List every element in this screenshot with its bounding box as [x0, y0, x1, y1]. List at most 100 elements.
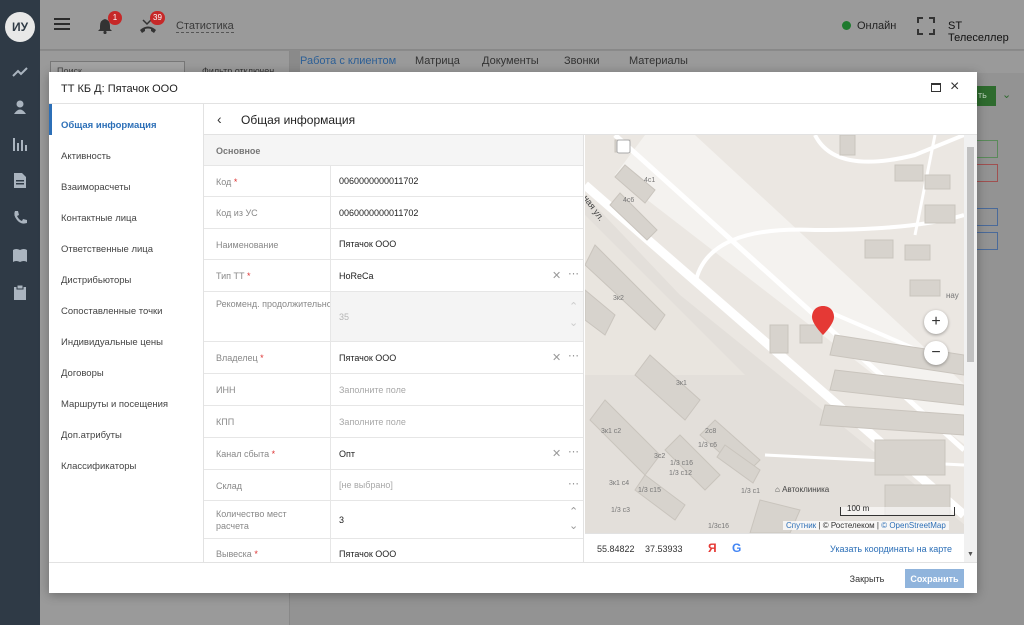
kpp-input[interactable]: Заполните поле — [330, 406, 583, 437]
clipboard-icon[interactable] — [10, 282, 30, 302]
maximize-icon[interactable] — [931, 83, 941, 92]
document-icon[interactable] — [10, 170, 30, 190]
map-attribution: Спутник | © Ростелеком | © OpenStreetMap — [783, 521, 949, 530]
field-owner: Владелец * Пятачок ООО ✕ ⋯ — [204, 342, 583, 374]
zoom-in-button[interactable]: + — [924, 310, 948, 334]
owner-select[interactable]: Пятачок ООО — [330, 342, 583, 373]
building-label: нау — [946, 291, 959, 300]
statistics-link[interactable]: Статистика — [176, 20, 234, 33]
section-header: Основное — [204, 135, 583, 166]
sidebar-item-settlements[interactable]: Взаиморасчеты — [49, 166, 204, 197]
phone-icon[interactable] — [10, 207, 30, 227]
field-payment-places: Количество мест расчета 3 ⌃ ⌄ — [204, 501, 583, 539]
map-scale: 100 m — [840, 504, 955, 516]
close-icon[interactable]: × — [950, 78, 959, 96]
sidebar-item-prices[interactable]: Индивидуальные цены — [49, 321, 204, 352]
attribution-link[interactable]: © OpenStreetMap — [881, 521, 946, 530]
yandex-maps-icon[interactable]: Я — [708, 541, 717, 555]
sidebar-item-attributes[interactable]: Доп.атрибуты — [49, 414, 204, 445]
field-visit-duration: Рекоменд. продолжительность посещения в … — [204, 292, 583, 342]
modal-header: ТТ КБ Д: Пятачок ООО × — [49, 72, 977, 104]
map-tiles — [585, 135, 964, 533]
clear-icon[interactable]: ✕ — [552, 351, 561, 364]
set-coordinates-link[interactable]: Указать координаты на карте — [830, 544, 952, 554]
signboard-input[interactable]: Пятачок ООО — [330, 539, 583, 562]
field-warehouse: Склад [не выбрано] ⋯ — [204, 470, 583, 501]
field-code-us: Код из УС 0060000000011702 — [204, 197, 583, 229]
stepper-down-icon[interactable]: ⌄ — [569, 519, 578, 532]
field-name: Наименование Пятачок ООО — [204, 229, 583, 260]
trend-icon[interactable] — [10, 62, 30, 82]
notification-badge: 1 — [108, 11, 122, 25]
google-maps-icon[interactable]: G — [732, 541, 741, 555]
field-signboard: Вывеска * Пятачок ООО — [204, 539, 583, 562]
location-pin-icon[interactable] — [812, 306, 834, 336]
content-header: ‹ Общая информация — [204, 104, 977, 135]
bg-tab-matrix: Матрица — [415, 55, 460, 67]
building-label: 1/3 с3 — [611, 507, 631, 514]
building-label: 1/3 с16 — [670, 460, 693, 467]
building-label: 1/3 с6 — [698, 442, 718, 449]
code-input[interactable]: 0060000000011702 — [330, 166, 583, 196]
user-name[interactable]: ST Телеселлер — [948, 20, 1024, 44]
building-label: 3к1 с4 — [609, 480, 630, 487]
more-icon[interactable]: ⋯ — [568, 349, 579, 362]
inn-input[interactable]: Заполните поле — [330, 374, 583, 405]
poi-autoclinic[interactable]: ⌂ Автоклиника — [775, 485, 829, 494]
sales-channel-select[interactable]: Опт — [330, 438, 583, 469]
attribution-link[interactable]: Спутник — [786, 521, 816, 530]
clear-icon[interactable]: ✕ — [552, 447, 561, 460]
stepper-up-icon[interactable]: ⌃ — [569, 505, 578, 518]
more-icon[interactable]: ⋯ — [568, 477, 579, 490]
content-title: Общая информация — [241, 113, 356, 127]
sidebar-item-responsible[interactable]: Ответственные лица — [49, 228, 204, 259]
sidebar-item-contacts[interactable]: Контактные лица — [49, 197, 204, 228]
back-arrow-icon[interactable]: ‹ — [217, 111, 222, 127]
outlet-type-select[interactable]: HoReCa — [330, 260, 583, 291]
avatar[interactable]: ИУ — [5, 12, 35, 42]
building-label: 3к2 — [613, 295, 624, 302]
zoom-out-button[interactable]: − — [924, 341, 948, 365]
outlet-modal: ТТ КБ Д: Пятачок ООО × Общая информация … — [49, 72, 977, 593]
menu-icon[interactable] — [54, 18, 70, 30]
close-button[interactable]: Закрыть — [841, 569, 893, 588]
name-input[interactable]: Пятачок ООО — [330, 229, 583, 259]
stepper-down-icon[interactable]: ⌄ — [569, 316, 578, 329]
sidebar-item-contracts[interactable]: Договоры — [49, 352, 204, 383]
book-icon[interactable] — [10, 245, 30, 265]
payment-places-stepper[interactable]: 3 — [330, 501, 583, 538]
sidebar-item-routes[interactable]: Маршруты и посещения — [49, 383, 204, 414]
background-tabs: Работа с клиентом Матрица Документы Звон… — [300, 51, 1024, 73]
code-us-input[interactable]: 0060000000011702 — [330, 197, 583, 228]
sidebar-item-activity[interactable]: Активность — [49, 135, 204, 166]
sidebar-item-matched-points[interactable]: Сопоставленные точки — [49, 290, 204, 321]
sidebar-item-classifiers[interactable]: Классификаторы — [49, 445, 204, 476]
field-kpp: КПП Заполните поле — [204, 406, 583, 438]
more-icon[interactable]: ⋯ — [568, 267, 579, 280]
field-label: КПП — [216, 417, 235, 427]
background-chevron-icon: ⌄ — [1002, 89, 1012, 101]
sidebar-item-distributors[interactable]: Дистрибьюторы — [49, 259, 204, 290]
online-status[interactable]: Онлайн — [842, 20, 896, 32]
calls-badge: 39 — [150, 11, 165, 25]
longitude-value: 37.53933 — [645, 544, 683, 554]
visit-duration-stepper[interactable]: 35 — [330, 292, 583, 341]
scrollbar[interactable]: ▼ — [964, 135, 977, 562]
save-button[interactable]: Сохранить — [905, 569, 964, 588]
building-label: 4с1 — [644, 177, 656, 184]
field-label: Наименование — [216, 240, 279, 250]
qr-icon[interactable] — [917, 17, 935, 35]
map-view[interactable]: ная ул. 4с1 4с6 3к2 3к1 3к1 с2 3с2 1/3 с… — [585, 135, 964, 533]
user-icon[interactable] — [10, 97, 30, 117]
building-label: 4с6 — [623, 197, 635, 204]
field-label: Код из УС — [216, 208, 258, 218]
field-label: Владелец * — [216, 353, 264, 363]
bar-chart-icon[interactable] — [10, 134, 30, 154]
stepper-up-icon[interactable]: ⌃ — [569, 300, 578, 313]
clear-icon[interactable]: ✕ — [552, 269, 561, 282]
warehouse-select[interactable]: [не выбрано] — [330, 470, 583, 500]
more-icon[interactable]: ⋯ — [568, 445, 579, 458]
modal-sidebar: Общая информация Активность Взаиморасчет… — [49, 104, 204, 562]
coordinates-bar: 55.84822 37.53933 Я G Указать координаты… — [585, 533, 964, 562]
sidebar-item-general[interactable]: Общая информация — [49, 104, 204, 135]
